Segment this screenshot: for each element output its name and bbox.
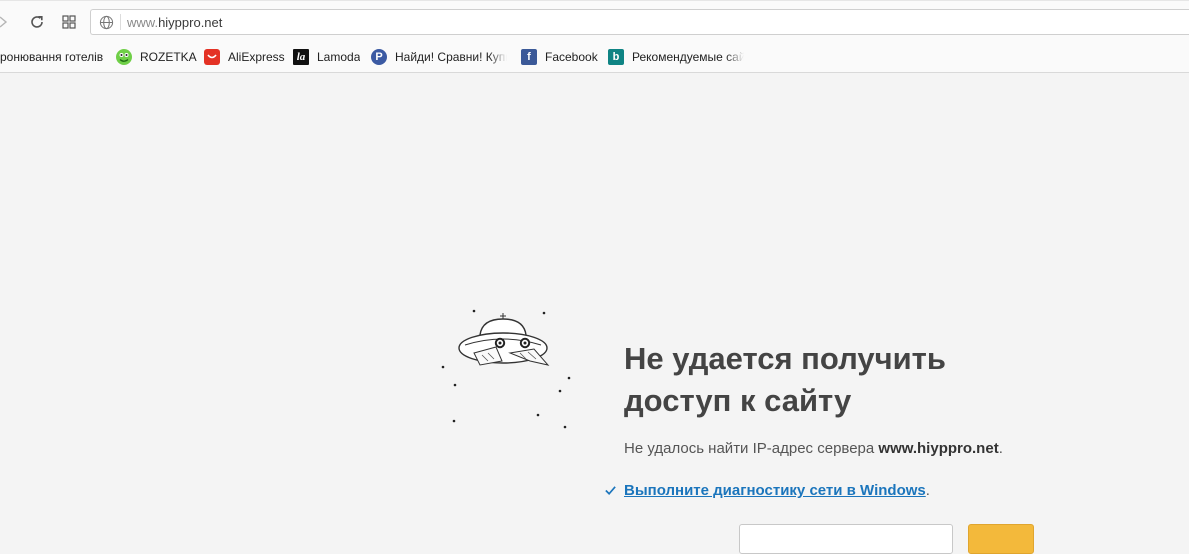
globe-icon: [99, 15, 114, 29]
error-title: Не удается получить доступ к сайту: [624, 341, 946, 418]
checkmark-icon: [605, 486, 616, 495]
reload-icon: [31, 16, 43, 28]
url-prefix: www.: [127, 14, 159, 30]
url-text[interactable]: www.hiyppro.net: [127, 15, 222, 30]
reload-button[interactable]: [26, 11, 48, 33]
chevron-right-icon: [0, 16, 8, 28]
bookmark-lamoda[interactable]: la Lamoda: [293, 48, 360, 66]
bookmark-recommended[interactable]: b Рекомендуемые сайты: [608, 48, 744, 66]
diagnostics-suggestion: Выполните диагностику сети в Windows.: [604, 482, 930, 499]
price-compare-icon: P: [371, 49, 387, 65]
bookmark-label: Facebook: [545, 50, 598, 64]
aliexpress-icon: [204, 49, 220, 65]
error-description-suffix: .: [998, 440, 1003, 457]
bookmark-label: AliExpress: [228, 50, 285, 64]
bookmark-price-compare[interactable]: P Найди! Сравни! Купи: [371, 48, 507, 66]
bookmark-aliexpress[interactable]: AliExpress: [204, 48, 285, 66]
grid-icon: [62, 15, 76, 29]
forward-button[interactable]: [0, 11, 14, 33]
browser-toolbar: www.hiyppro.net: [0, 0, 1189, 43]
bing-icon: b: [608, 49, 624, 65]
error-description: Не удалось найти IP-адрес сервера www.hi…: [624, 440, 1003, 457]
bookmark-facebook[interactable]: f Facebook: [521, 48, 598, 66]
address-separator: [120, 14, 121, 30]
address-bar[interactable]: www.hiyppro.net: [90, 9, 1189, 35]
tabs-grid-button[interactable]: [58, 11, 80, 33]
bookmarks-bar: ронювання готелів ROZETKA AliExpress la …: [0, 42, 1189, 73]
diagnostics-link[interactable]: Выполните диагностику сети в Windows: [624, 482, 926, 499]
bookmark-label: ROZETKA: [140, 50, 197, 64]
label-fade: [489, 48, 507, 66]
bookmark-label: ронювання готелів: [0, 50, 104, 64]
error-host: www.hiyppro.net: [878, 440, 999, 457]
bookmark-hotels[interactable]: ронювання готелів: [0, 48, 108, 66]
rozetka-frog-icon: [116, 49, 132, 65]
error-description-prefix: Не удалось найти IP-адрес сервера: [624, 440, 879, 457]
ufo-illustration: [441, 309, 571, 429]
facebook-icon: f: [521, 49, 537, 65]
bookmark-label: Lamoda: [317, 50, 361, 64]
url-domain: hiyppro.net: [158, 14, 223, 30]
bookmark-rozetka[interactable]: ROZETKA: [116, 48, 197, 66]
lamoda-icon: la: [293, 49, 309, 65]
label-fade: [726, 48, 744, 66]
diagnostics-suffix: .: [925, 482, 930, 499]
